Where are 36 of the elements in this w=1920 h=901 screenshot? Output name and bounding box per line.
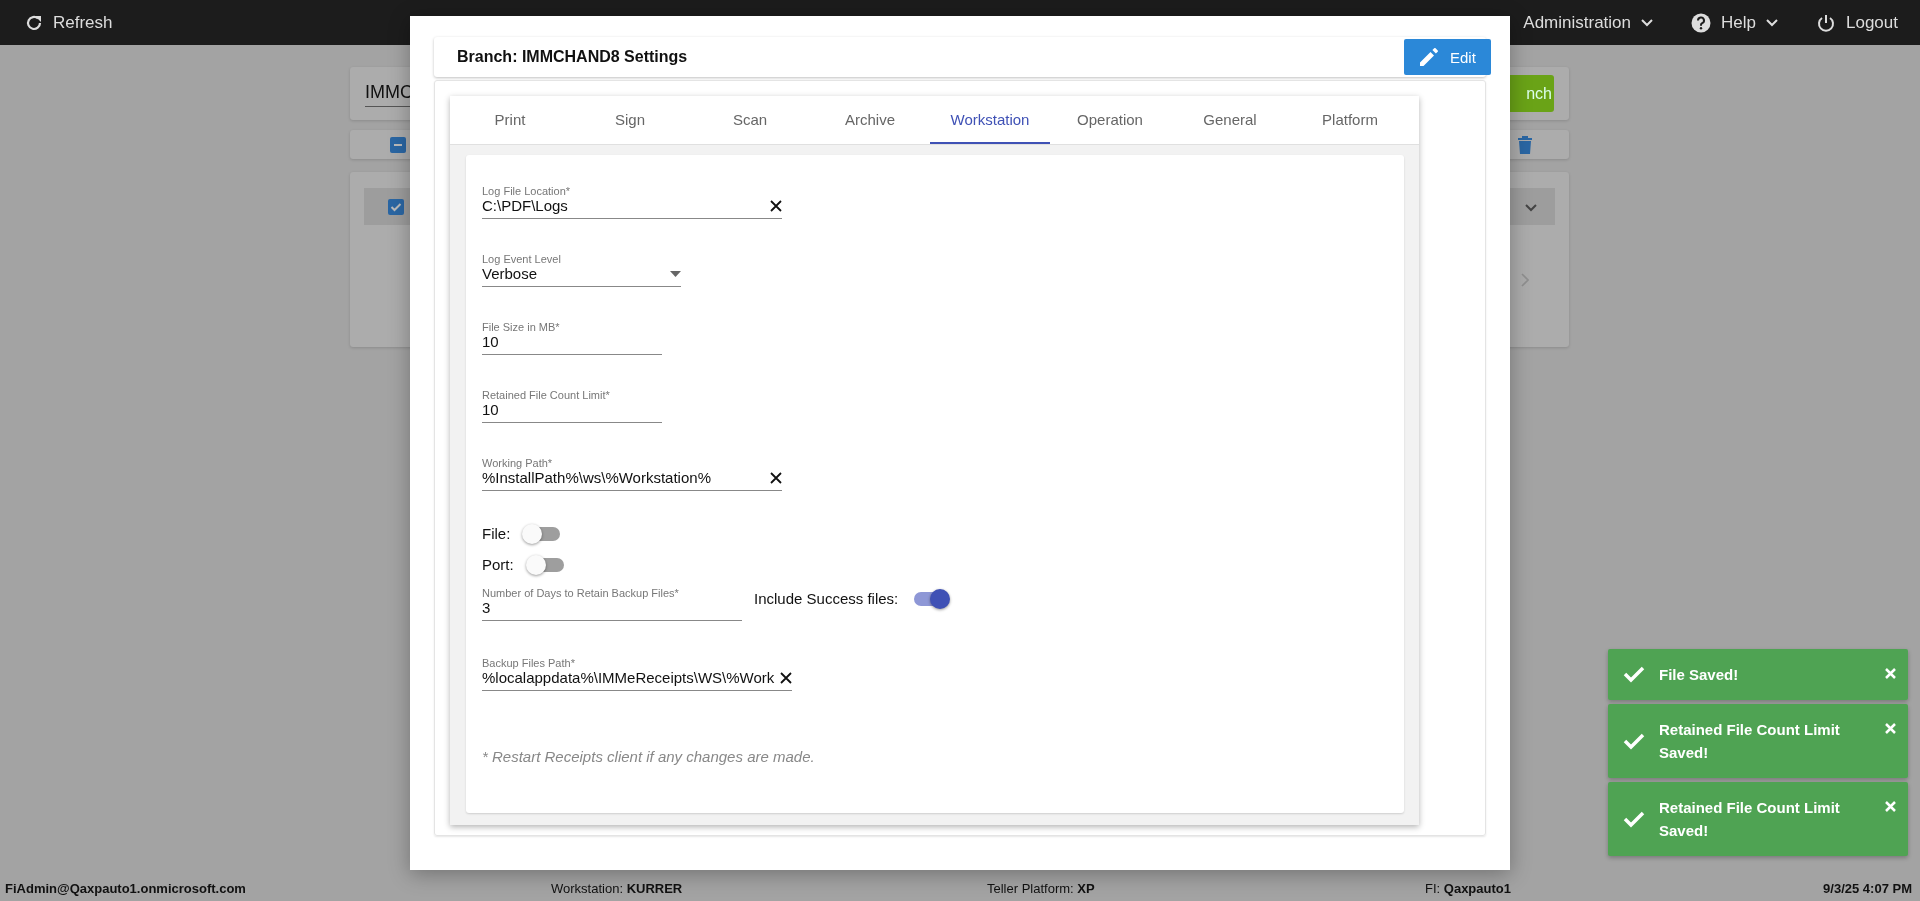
restart-note: * Restart Receipts client if any changes are made. [482,748,816,765]
edit-button[interactable]: Edit [1404,39,1491,75]
input-field[interactable]: File Size in MB* 10 [482,314,662,355]
toggle-label: Include Success files: [754,590,899,607]
tab[interactable]: Workstation [930,96,1050,144]
toast-message: File Saved! [1659,665,1740,685]
status-value: KURRER [626,880,683,896]
date-time: 9/3/25 4:07 PM [1823,880,1912,896]
refresh-button[interactable]: Refresh [25,12,113,33]
input-field[interactable]: Number of Days to Retain Backup Files* 3 [482,580,742,621]
toggle-label: File: [482,525,511,542]
menu-button[interactable]: Administration [1523,12,1654,33]
tab[interactable]: Operation [1050,96,1170,144]
dropdown-field[interactable]: Log Event Level Verbose [482,246,681,287]
tab[interactable]: General [1170,96,1290,144]
input-field[interactable]: Retained File Count Limit* 10 [482,382,662,423]
tab[interactable]: Sign [570,96,690,144]
tab[interactable]: Archive [810,96,930,144]
tab[interactable]: Print [450,96,570,144]
logout-button[interactable]: Logout [1816,12,1898,33]
status-value: Qaxpauto1 [1443,880,1511,896]
input-field[interactable]: Log File Location* C:\PDF\Logs [482,178,782,219]
toggle-label: Port: [482,556,514,573]
input-field[interactable]: Backup Files Path* %localappdata%\IMMeReceipts\WS\%Work [482,650,793,691]
input-field[interactable]: Working Path* %InstallPath%\ws\%Workstation% [482,450,782,491]
menu-button[interactable]: Help [1691,12,1778,33]
status-label: Workstation: [551,880,623,896]
dialog-title: Branch: IMMCHAND8 Settings [457,48,688,66]
toast-message: Retained File Count Limit Saved! [1659,720,1841,763]
user-email: FiAdmin@Qaxpauto1.onmicrosoft.com [5,880,247,896]
status-value: XP [1077,880,1095,896]
status-label: FI: [1425,880,1441,896]
tab[interactable]: Platform [1290,96,1410,144]
toast-message: Retained File Count Limit Saved! [1659,798,1841,841]
status-label: Teller Platform: [987,880,1074,896]
tab[interactable]: Scan [690,96,810,144]
